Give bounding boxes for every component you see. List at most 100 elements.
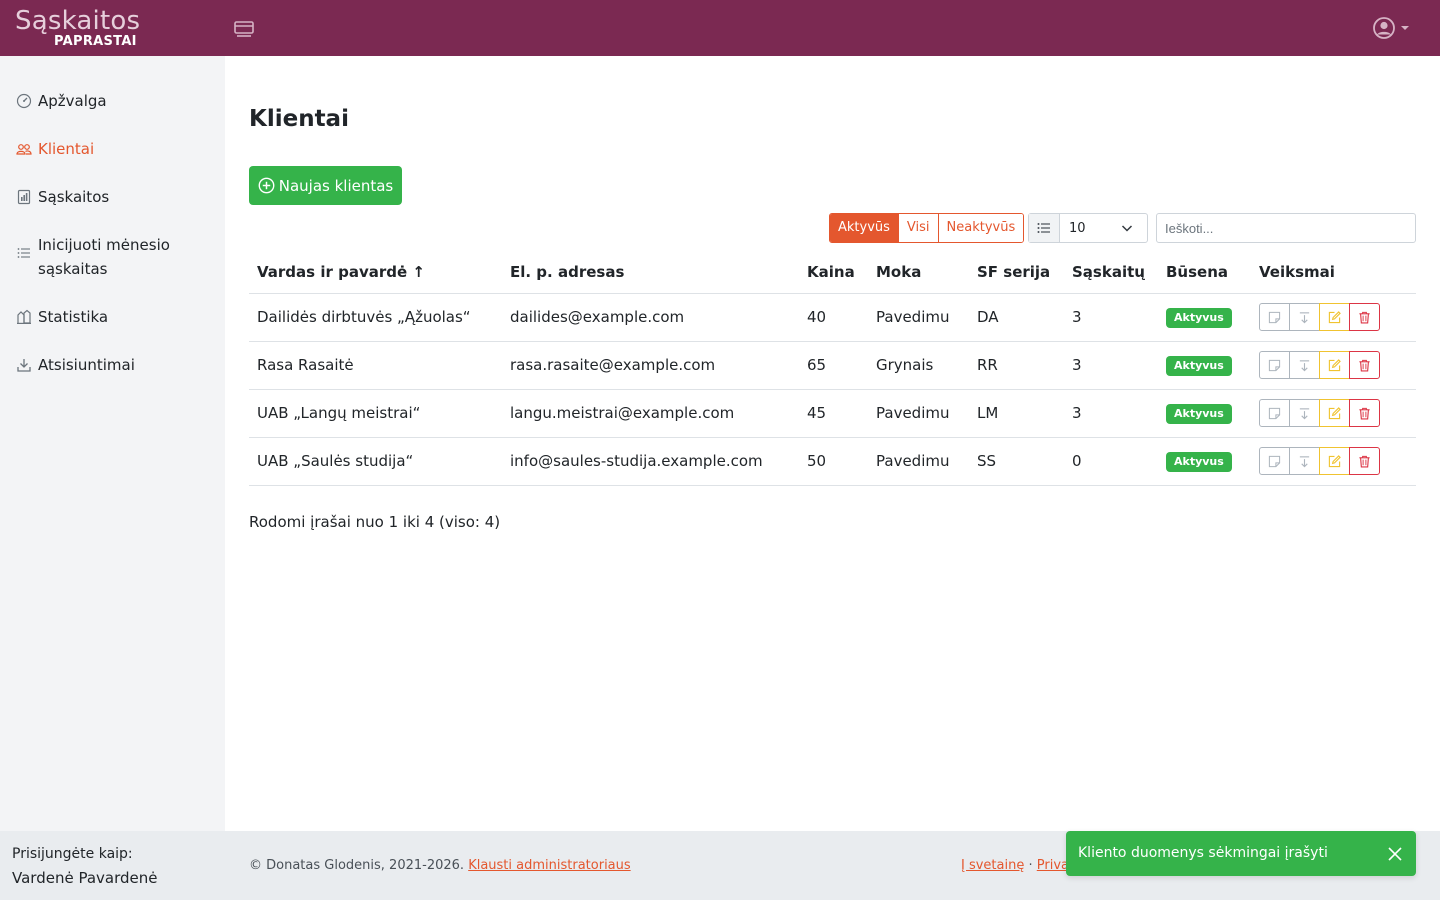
download-button[interactable] [1289, 351, 1320, 379]
delete-button[interactable] [1349, 303, 1380, 331]
download-icon [1298, 455, 1311, 468]
download-icon [17, 359, 31, 372]
sidebar-item-saskaitos[interactable]: Sąskaitos [0, 185, 225, 209]
download-button[interactable] [1289, 447, 1320, 475]
download-button[interactable] [1289, 399, 1320, 427]
ask-admin-link[interactable]: Klausti administratoriaus [468, 858, 630, 873]
download-icon [1298, 359, 1311, 372]
column-header-actions: Veiksmai [1251, 252, 1416, 294]
document-icon [1268, 407, 1281, 420]
new-client-button[interactable]: Naujas klientas [249, 166, 402, 205]
edit-icon [1328, 310, 1341, 324]
cell-invoices: 0 [1064, 437, 1158, 486]
delete-button[interactable] [1349, 351, 1380, 379]
toast-close-button[interactable] [1384, 843, 1406, 865]
preview-invoice-button[interactable] [1259, 351, 1290, 379]
cell-pays: Pavedimu [868, 389, 969, 438]
sidebar-item-statistika[interactable]: Statistika [0, 305, 225, 329]
cell-series: LM [969, 389, 1064, 438]
document-icon [1268, 311, 1281, 324]
preview-invoice-button[interactable] [1259, 399, 1290, 427]
delete-button[interactable] [1349, 447, 1380, 475]
delete-button[interactable] [1349, 399, 1380, 427]
table-header-row: Vardas ir pavardė ↑ El. p. adresas Kaina… [249, 252, 1416, 294]
cell-series: DA [969, 293, 1064, 342]
cell-status: Aktyvus [1158, 389, 1251, 438]
edit-button[interactable] [1319, 351, 1350, 379]
search-input[interactable] [1156, 213, 1416, 243]
user-name: Vardenė Pavardenė [12, 869, 158, 887]
chevron-down-icon [1121, 225, 1133, 232]
close-icon [1388, 847, 1402, 861]
footer-user-info: Prisijungėte kaip: Vardenė Pavardenė [0, 831, 225, 900]
sidebar-item-label: Apžvalga [38, 92, 107, 110]
row-actions [1259, 447, 1408, 475]
column-header-invoices[interactable]: Sąskaitų [1064, 252, 1158, 294]
column-header-status[interactable]: Būsena [1158, 252, 1251, 294]
cell-actions [1251, 389, 1416, 438]
status-filter-group: Aktyvūs Visi Neaktyvūs [829, 213, 1025, 243]
status-badge: Aktyvus [1166, 451, 1232, 472]
row-actions [1259, 351, 1408, 379]
edit-icon [1328, 454, 1341, 468]
filter-inactive-button[interactable]: Neaktyvūs [938, 214, 1024, 242]
cell-actions [1251, 437, 1416, 486]
trash-icon [1358, 407, 1371, 420]
sidebar-item-label: Statistika [38, 308, 109, 326]
document-icon [1268, 455, 1281, 468]
list-icon [1029, 214, 1060, 242]
logo-sub-text: PAPRASTAI [54, 34, 137, 49]
preview-invoice-button[interactable] [1259, 303, 1290, 331]
preview-invoice-button[interactable] [1259, 447, 1290, 475]
people-icon [16, 144, 32, 155]
edit-icon [1328, 406, 1341, 420]
cell-series: SS [969, 437, 1064, 486]
cell-email: rasa.rasaite@example.com [502, 341, 799, 390]
plus-circle-icon [258, 177, 275, 194]
page-size-value: 10 [1069, 220, 1086, 236]
sidebar-toggle-button[interactable] [230, 14, 258, 42]
logo-main-text: Sąskaitos [15, 6, 141, 36]
edit-button[interactable] [1319, 303, 1350, 331]
edit-button[interactable] [1319, 399, 1350, 427]
clients-table: Vardas ir pavardė ↑ El. p. adresas Kaina… [249, 252, 1416, 486]
download-icon [1298, 407, 1311, 420]
cell-price: 50 [799, 437, 868, 486]
sidebar-item-label: Atsisiuntimai [38, 356, 135, 374]
column-header-email[interactable]: El. p. adresas [502, 252, 799, 294]
cell-email: langu.meistrai@example.com [502, 389, 799, 438]
about-link[interactable]: Į svetainę [961, 858, 1024, 873]
cell-name: UAB „Saulės studija“ [249, 437, 502, 486]
user-menu-dropdown[interactable] [1372, 14, 1414, 42]
row-actions [1259, 303, 1408, 331]
download-button[interactable] [1289, 303, 1320, 331]
cell-invoices: 3 [1064, 341, 1158, 390]
column-header-pays[interactable]: Moka [868, 252, 969, 294]
column-header-price[interactable]: Kaina [799, 252, 868, 294]
chart-icon [17, 309, 31, 324]
edit-button[interactable] [1319, 447, 1350, 475]
cell-pays: Grynais [868, 341, 969, 390]
sidebar-item-label: Inicijuoti mėnesio sąskaitas [38, 236, 170, 278]
cell-email: info@saules-studija.example.com [502, 437, 799, 486]
app-logo[interactable]: Sąskaitos PAPRASTAI [15, 6, 145, 50]
new-client-label: Naujas klientas [278, 176, 394, 195]
footer-links: Į svetainę · Privat [961, 857, 1074, 875]
sidebar-item-inicijuoti[interactable]: Inicijuoti mėnesio sąskaitas [0, 233, 225, 281]
column-header-name[interactable]: Vardas ir pavardė ↑ [249, 252, 502, 294]
cell-price: 45 [799, 389, 868, 438]
sidebar-item-apzvalga[interactable]: Apžvalga [0, 89, 225, 113]
sidebar-item-atsisiuntimai[interactable]: Atsisiuntimai [0, 353, 225, 377]
sidebar-item-label: Sąskaitos [38, 188, 110, 206]
column-header-series[interactable]: SF serija [969, 252, 1064, 294]
trash-icon [1358, 311, 1371, 324]
sidebar-item-klientai[interactable]: Klientai [0, 137, 225, 161]
filter-active-button[interactable]: Aktyvūs [830, 214, 899, 242]
cell-name: UAB „Langų meistrai“ [249, 389, 502, 438]
filter-all-button[interactable]: Visi [898, 214, 939, 242]
table-row: Dailidės dirbtuvės „Ąžuolas“ dailides@exa… [249, 293, 1416, 342]
trash-icon [1358, 359, 1371, 372]
download-icon [1298, 311, 1311, 324]
page-size-select[interactable]: 10 [1028, 213, 1148, 243]
table-row: UAB „Saulės studija“ info@saules-studija.… [249, 437, 1416, 486]
